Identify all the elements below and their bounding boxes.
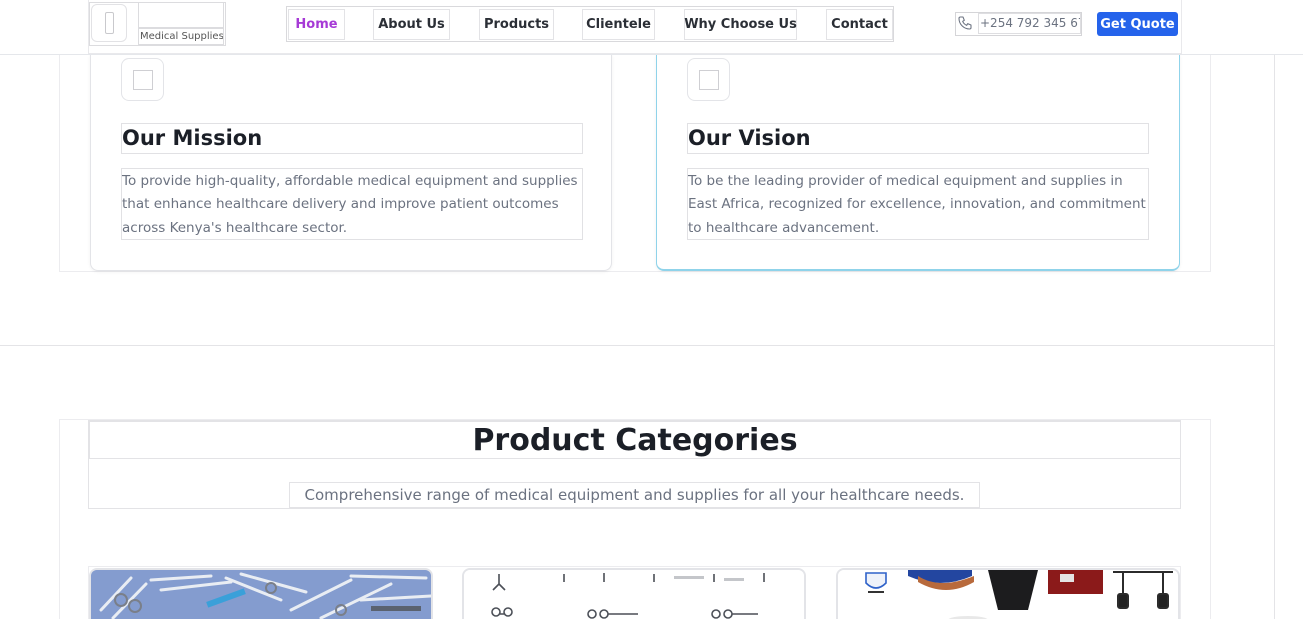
main-nav: Home About Us Products Clientele Why Cho… <box>286 6 894 42</box>
phone-icon <box>958 16 972 30</box>
phone-number[interactable]: +254 792 345 678 <box>978 13 1081 34</box>
hospital-supplies-image <box>838 570 1178 619</box>
vision-card: Our Vision To be the leading provider of… <box>656 54 1180 271</box>
mission-title: Our Mission <box>121 123 583 154</box>
vision-icon <box>687 58 730 101</box>
product-card-diagnostic-tools[interactable] <box>462 568 806 619</box>
mission-text: To provide high-quality, affordable medi… <box>121 168 583 240</box>
mission-icon <box>121 58 164 101</box>
page-scrollbar-track <box>1274 55 1275 619</box>
mission-card: Our Mission To provide high-quality, aff… <box>90 54 612 271</box>
logo-icon <box>91 4 127 42</box>
nav-clientele[interactable]: Clientele <box>582 9 655 40</box>
nav-products[interactable]: Products <box>479 9 554 40</box>
surgical-instruments-image <box>91 570 431 619</box>
nav-why-choose-us[interactable]: Why Choose Us <box>684 9 797 40</box>
logo-subtitle: Medical Supplies <box>138 28 224 45</box>
section-divider <box>0 345 1275 346</box>
product-categories-subtitle: Comprehensive range of medical equipment… <box>289 482 980 508</box>
nav-contact[interactable]: Contact <box>826 9 893 40</box>
nav-home[interactable]: Home <box>288 9 345 40</box>
diagnostic-tools-image <box>464 570 804 619</box>
product-card-hospital-supplies[interactable] <box>836 568 1180 619</box>
get-quote-button[interactable]: Get Quote <box>1097 12 1178 36</box>
site-header: Medical Supplies Home About Us Products … <box>0 0 1303 55</box>
vision-title: Our Vision <box>687 123 1149 154</box>
product-categories-title: Product Categories <box>89 421 1181 459</box>
vision-text: To be the leading provider of medical eq… <box>687 168 1149 240</box>
nav-about-us[interactable]: About Us <box>373 9 450 40</box>
product-card-surgical-instruments[interactable] <box>89 568 433 619</box>
logo-title <box>138 2 224 28</box>
